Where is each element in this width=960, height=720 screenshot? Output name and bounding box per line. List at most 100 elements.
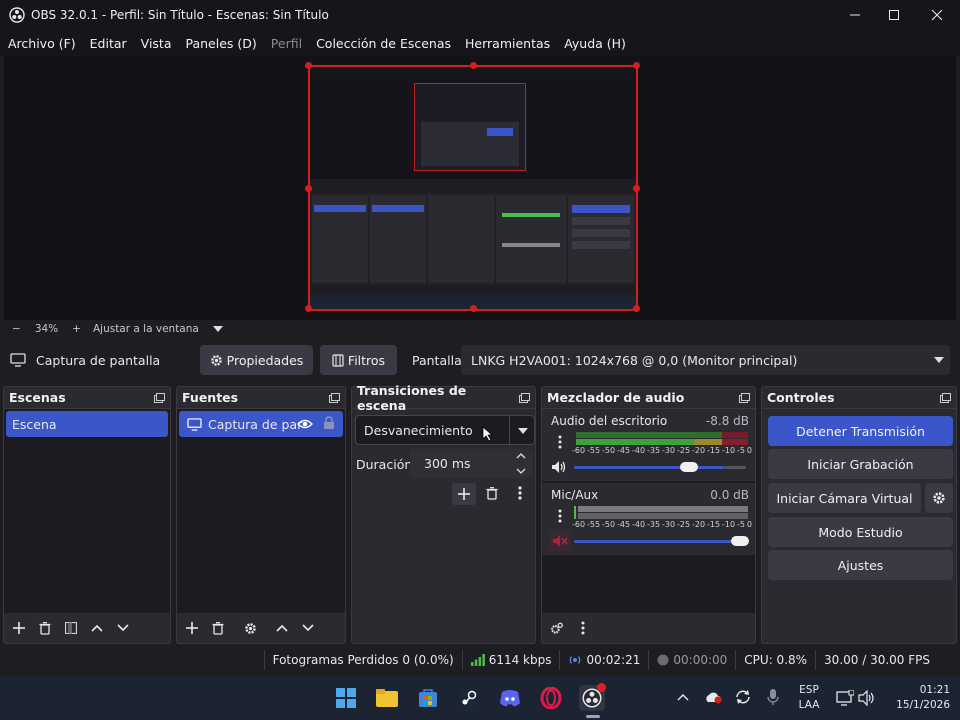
start-virtual-camera-button[interactable]: Iniciar Cámara Virtual <box>768 483 921 513</box>
menu-docks[interactable]: Paneles (D) <box>179 36 264 51</box>
add-icon[interactable] <box>10 619 28 637</box>
steam-icon[interactable] <box>456 685 482 711</box>
start-recording-button[interactable]: Iniciar Grabación <box>768 449 953 479</box>
scenes-list: Escena <box>4 409 170 613</box>
add-transition-button[interactable] <box>452 483 476 505</box>
selected-source-name: Captura de pantalla <box>36 353 161 368</box>
speaker-icon[interactable] <box>551 460 567 474</box>
sync-icon[interactable] <box>734 689 752 705</box>
duration-spinbox[interactable]: 300 ms <box>410 449 532 478</box>
move-down-icon[interactable] <box>299 619 317 637</box>
filters-button[interactable]: Filtros <box>320 345 397 375</box>
zoom-level: 34% <box>34 322 59 335</box>
sources-list: Captura de par <box>177 409 345 613</box>
preview-canvas[interactable] <box>4 56 956 320</box>
advanced-audio-gear-icon[interactable] <box>548 619 566 637</box>
windows-start-icon[interactable] <box>333 685 359 711</box>
more-vertical-icon[interactable] <box>558 509 562 523</box>
transition-type-select[interactable]: Desvanecimiento <box>355 415 535 445</box>
resize-handle[interactable] <box>305 305 312 312</box>
bitrate: 6114 kbps <box>461 650 560 670</box>
trash-icon[interactable] <box>486 487 498 500</box>
volume-slider[interactable] <box>574 466 724 469</box>
zoom-out-button[interactable]: − <box>12 323 21 335</box>
menu-edit[interactable]: Editar <box>83 36 134 51</box>
volume-icon[interactable] <box>858 690 876 706</box>
file-explorer-icon[interactable] <box>374 685 400 711</box>
source-name: Captura de par <box>208 416 303 432</box>
minimize-button[interactable] <box>834 0 876 30</box>
menu-file[interactable]: Archivo (F) <box>1 36 83 51</box>
maximize-button[interactable] <box>873 0 915 30</box>
menu-view[interactable]: Vista <box>134 36 179 51</box>
clock[interactable]: 01:21 15/1/2026 <box>878 683 950 713</box>
virtual-camera-settings-button[interactable] <box>925 483 953 513</box>
preview-source-frame[interactable] <box>305 62 640 312</box>
spin-down-icon[interactable] <box>516 468 526 474</box>
undock-icon[interactable] <box>154 392 165 403</box>
undock-icon[interactable] <box>739 392 750 403</box>
network-icon[interactable] <box>836 690 854 706</box>
trash-icon[interactable] <box>36 619 54 637</box>
eye-icon[interactable] <box>297 418 313 430</box>
mute-button[interactable] <box>549 531 571 551</box>
lock-icon[interactable] <box>323 416 335 430</box>
move-down-icon[interactable] <box>114 619 132 637</box>
resize-handle[interactable] <box>305 185 312 192</box>
zoom-in-button[interactable]: + <box>72 323 81 335</box>
resize-handle[interactable] <box>633 185 640 192</box>
transitions-header: Transiciones de escena <box>352 383 535 413</box>
resize-handle[interactable] <box>470 62 477 69</box>
volume-slider[interactable] <box>574 540 742 543</box>
gear-icon[interactable] <box>241 619 259 637</box>
microsoft-store-icon[interactable] <box>415 685 441 711</box>
volume-slider-handle[interactable] <box>680 462 698 472</box>
obs-logo-icon <box>9 7 25 23</box>
scene-filters-icon[interactable] <box>62 619 80 637</box>
obs-taskbar-icon[interactable] <box>579 683 606 718</box>
studio-mode-button[interactable]: Modo Estudio <box>768 517 953 547</box>
mixer-toolbar <box>542 613 755 643</box>
menu-help[interactable]: Ayuda (H) <box>557 36 633 51</box>
cloud-alert-icon[interactable] <box>704 690 722 704</box>
undock-icon[interactable] <box>940 392 951 403</box>
stop-stream-button[interactable]: Detener Transmisión <box>768 416 953 446</box>
language-indicator[interactable]: ESP LAA <box>792 683 826 713</box>
zoom-dropdown-icon[interactable] <box>212 325 223 332</box>
more-vertical-icon[interactable] <box>574 619 592 637</box>
undock-icon[interactable] <box>519 392 530 403</box>
resize-handle[interactable] <box>633 305 640 312</box>
duration-value: 300 ms <box>424 456 471 471</box>
spin-up-icon[interactable] <box>516 453 526 459</box>
channel-db: 0.0 dB <box>710 488 749 502</box>
scale-tick: -5 <box>737 446 745 455</box>
move-up-icon[interactable] <box>273 619 291 637</box>
close-button[interactable] <box>916 0 958 30</box>
volume-slider-handle[interactable] <box>731 536 749 546</box>
resize-handle[interactable] <box>470 305 477 312</box>
menu-profile[interactable]: Perfil <box>264 36 309 51</box>
scale-tick: -45 <box>617 446 631 455</box>
opera-gx-icon[interactable] <box>538 685 564 711</box>
nested-sources <box>370 195 426 283</box>
move-up-icon[interactable] <box>88 619 106 637</box>
settings-button[interactable]: Ajustes <box>768 550 953 580</box>
chevron-up-icon[interactable] <box>677 693 689 701</box>
list-item[interactable]: Escena <box>6 411 168 437</box>
list-item[interactable]: Captura de par <box>179 411 343 437</box>
trash-icon[interactable] <box>209 619 227 637</box>
level-meter-indicator <box>574 506 576 519</box>
microphone-icon[interactable] <box>767 689 779 706</box>
undock-icon[interactable] <box>329 392 340 403</box>
resize-handle[interactable] <box>305 62 312 69</box>
properties-button[interactable]: Propiedades <box>200 345 313 375</box>
add-icon[interactable] <box>183 619 201 637</box>
scale-tick: -50 <box>602 446 616 455</box>
resize-handle[interactable] <box>633 62 640 69</box>
menu-scene-collection[interactable]: Colección de Escenas <box>309 36 458 51</box>
more-vertical-icon[interactable] <box>558 435 562 449</box>
more-vertical-icon[interactable] <box>518 486 522 500</box>
display-select[interactable]: LNKG H2VA001: 1024x768 @ 0,0 (Monitor pr… <box>461 345 950 375</box>
menu-tools[interactable]: Herramientas <box>458 36 557 51</box>
discord-icon[interactable] <box>497 685 523 711</box>
